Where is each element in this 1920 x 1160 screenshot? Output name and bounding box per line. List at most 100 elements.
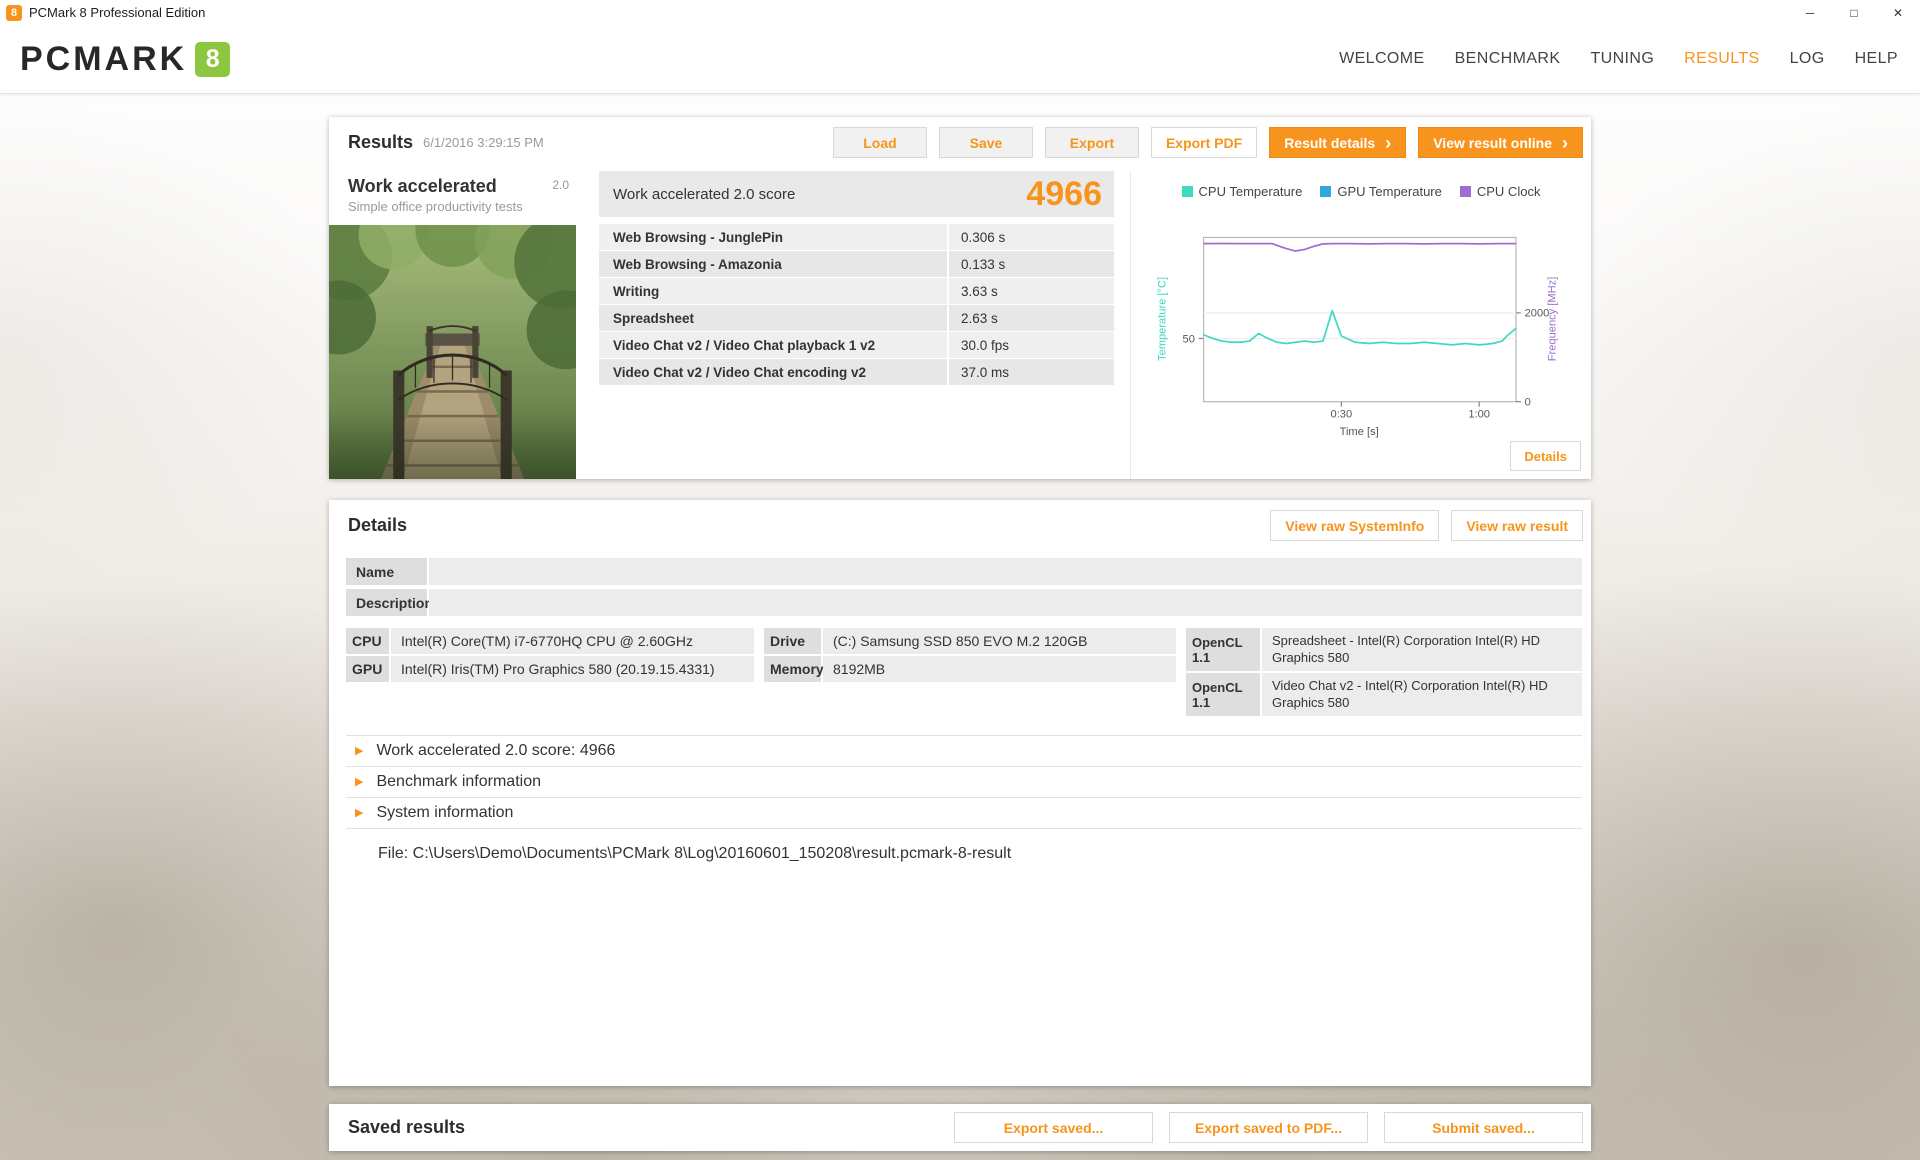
result-details-button[interactable]: Result details ›: [1269, 127, 1407, 158]
memory-value: 8192MB: [823, 656, 1176, 682]
memory-label: Memory: [764, 656, 824, 682]
metric-value: 0.306 s: [961, 229, 1006, 245]
description-row: Description: [346, 589, 1582, 616]
nav-item-results[interactable]: RESULTS: [1684, 50, 1759, 68]
metric-value: 0.133 s: [961, 256, 1006, 272]
save-button[interactable]: Save: [938, 127, 1033, 158]
legend-label: CPU Clock: [1476, 184, 1541, 199]
legend-cpu-temperature: CPU Temperature: [1181, 184, 1302, 199]
app-icon: 8: [6, 4, 22, 21]
export-saved-pdf-button[interactable]: Export saved to PDF...: [1169, 1112, 1368, 1143]
results-panel: Results 6/1/2016 3:29:15 PM Load Save Ex…: [329, 117, 1591, 479]
triangle-right-icon: ▶: [355, 806, 364, 819]
expander-work-accelerated-score[interactable]: ▶ Work accelerated 2.0 score: 4966: [346, 735, 1582, 766]
legend-label: GPU Temperature: [1337, 184, 1442, 199]
metric-value: 2.63 s: [961, 310, 998, 326]
opencl-row: OpenCL 1.1 Spreadsheet - Intel(R) Corpor…: [1186, 628, 1582, 671]
drive-value: (C:) Samsung SSD 850 EVO M.2 120GB: [823, 628, 1176, 654]
cpu-value: Intel(R) Core(TM) i7-6770HQ CPU @ 2.60GH…: [391, 628, 754, 654]
metric-value: 30.0 fps: [961, 337, 1010, 353]
window-controls: ─ □ ✕: [1788, 0, 1920, 25]
name-label: Name: [346, 558, 427, 585]
nav-item-help[interactable]: HELP: [1855, 50, 1898, 68]
details-title: Details: [348, 515, 408, 535]
test-name: Work accelerated: [348, 176, 497, 196]
nav-menu: WELCOME BENCHMARK TUNING RESULTS LOG HEL…: [1339, 50, 1898, 68]
metric-label: Web Browsing - Amazonia: [599, 251, 949, 277]
left-axis-tick: 50: [1183, 333, 1195, 345]
jungle-bridge-image: [329, 225, 576, 479]
application-window: 8 PCMark 8 Professional Edition ─ □ ✕ PC…: [0, 0, 1920, 1160]
saved-results-title: Saved results: [348, 1117, 466, 1137]
export-pdf-button[interactable]: Export PDF: [1150, 127, 1258, 158]
name-input[interactable]: [429, 558, 1582, 585]
result-file-path: File: C:\Users\Demo\Documents\PCMark 8\L…: [378, 845, 1012, 862]
maximize-icon[interactable]: □: [1832, 0, 1876, 25]
view-result-online-button[interactable]: View result online ›: [1418, 127, 1583, 158]
nav-item-tuning[interactable]: TUNING: [1590, 50, 1654, 68]
opencl-label: OpenCL 1.1: [1186, 628, 1260, 671]
gpu-temperature-swatch-icon: [1320, 186, 1332, 197]
expander-label: Work accelerated 2.0 score: 4966: [376, 742, 616, 759]
window-titlebar: 8 PCMark 8 Professional Edition ─ □ ✕: [0, 0, 1920, 25]
gpu-row: GPU Intel(R) Iris(TM) Pro Graphics 580 (…: [346, 656, 754, 682]
triangle-right-icon: ▶: [355, 744, 364, 757]
gpu-label: GPU: [346, 656, 389, 682]
results-title: Results: [348, 132, 414, 152]
drive-row: Drive (C:) Samsung SSD 850 EVO M.2 120GB: [764, 628, 1176, 654]
minimize-icon[interactable]: ─: [1788, 0, 1832, 25]
details-expanders: ▶ Work accelerated 2.0 score: 4966 ▶ Ben…: [346, 735, 1582, 829]
chart-details-button[interactable]: Details: [1510, 441, 1581, 471]
view-result-online-label: View result online: [1433, 134, 1552, 151]
metric-value: 37.0 ms: [961, 364, 1010, 380]
score-value: 4966: [1026, 174, 1102, 213]
pcmark-logo: PCMARK 8: [20, 40, 231, 79]
cpu-clock-swatch-icon: [1459, 186, 1471, 197]
metric-row: Web Browsing - Amazonia 0.133 s: [599, 251, 1114, 277]
chevron-right-icon: ›: [1562, 132, 1568, 153]
metric-value: 3.63 s: [961, 283, 998, 299]
opencl-value: Spreadsheet - Intel(R) Corporation Intel…: [1262, 628, 1582, 671]
export-button[interactable]: Export: [1044, 127, 1139, 158]
cpu-label: CPU: [346, 628, 389, 654]
export-saved-button[interactable]: Export saved...: [954, 1112, 1153, 1143]
expander-label: Benchmark information: [376, 773, 541, 790]
nav-item-welcome[interactable]: WELCOME: [1339, 50, 1424, 68]
window-title: PCMark 8 Professional Edition: [29, 5, 206, 20]
metric-row: Writing 3.63 s: [599, 278, 1114, 304]
monitoring-chart-section: CPU Temperature GPU Temperature CPU Cloc…: [1130, 171, 1591, 479]
x-axis-tick: 1:00: [1468, 409, 1490, 421]
expander-label: System information: [376, 804, 514, 821]
gpu-value: Intel(R) Iris(TM) Pro Graphics 580 (20.1…: [391, 656, 754, 682]
metric-row: Video Chat v2 / Video Chat encoding v2 3…: [599, 359, 1114, 385]
cpu-row: CPU Intel(R) Core(TM) i7-6770HQ CPU @ 2.…: [346, 628, 754, 654]
opencl-label: OpenCL 1.1: [1186, 673, 1260, 716]
description-input[interactable]: [429, 589, 1582, 616]
right-axis-tick: 0: [1525, 396, 1531, 408]
nav-item-benchmark[interactable]: BENCHMARK: [1455, 50, 1561, 68]
submit-saved-button[interactable]: Submit saved...: [1384, 1112, 1583, 1143]
chevron-right-icon: ›: [1385, 132, 1392, 153]
expander-benchmark-information[interactable]: ▶ Benchmark information: [346, 766, 1582, 797]
left-axis-title: Temperature [°C]: [1156, 277, 1168, 361]
view-raw-result-button[interactable]: View raw result: [1451, 510, 1583, 541]
system-spec-grid: CPU Intel(R) Core(TM) i7-6770HQ CPU @ 2.…: [346, 628, 1582, 718]
metric-label: Web Browsing - JunglePin: [599, 224, 949, 250]
nav-item-log[interactable]: LOG: [1790, 50, 1825, 68]
legend-gpu-temperature: GPU Temperature: [1320, 184, 1442, 199]
results-timestamp: 6/1/2016 3:29:15 PM: [423, 135, 544, 150]
score-header: Work accelerated 2.0 score 4966: [599, 171, 1114, 217]
expander-system-information[interactable]: ▶ System information: [346, 797, 1582, 828]
drive-label: Drive: [764, 628, 821, 654]
load-button[interactable]: Load: [832, 127, 927, 158]
metric-row: Video Chat v2 / Video Chat playback 1 v2…: [599, 332, 1114, 358]
description-label: Description: [346, 589, 433, 616]
view-raw-systeminfo-button[interactable]: View raw SystemInfo: [1270, 510, 1440, 541]
memory-row: Memory 8192MB: [764, 656, 1176, 682]
legend-cpu-clock: CPU Clock: [1459, 184, 1541, 199]
performance-chart: 50 2000 0 0:30 1:00 Time [s] Temperature…: [1156, 236, 1558, 438]
metric-label: Video Chat v2 / Video Chat encoding v2: [599, 359, 949, 385]
cpu-temperature-swatch-icon: [1181, 186, 1193, 197]
close-icon[interactable]: ✕: [1876, 0, 1920, 25]
triangle-right-icon: ▶: [355, 775, 364, 788]
